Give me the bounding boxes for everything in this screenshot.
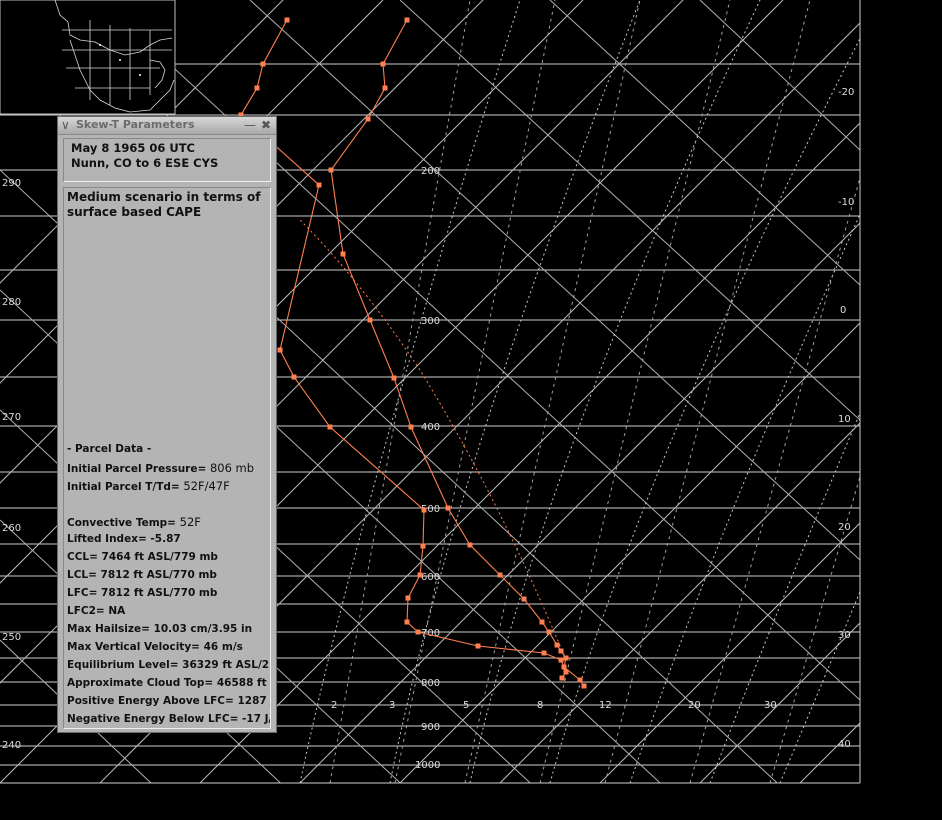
pressure-label: 200 (421, 166, 440, 177)
temp-label: -20 (838, 87, 854, 98)
pressure-label: 1000 (415, 760, 440, 771)
temperature-profile-point (382, 85, 388, 91)
positive-energy: Positive Energy Above LFC= 1287 J/kg (67, 695, 271, 707)
max-vertical-velocity: Max Vertical Velocity= 46 m/s (67, 641, 243, 653)
dewpoint-profile-point (559, 675, 565, 681)
dewpoint-profile-point (404, 619, 410, 625)
temperature-profile-point (380, 61, 386, 67)
dewpoint-profile-point (541, 650, 547, 656)
mixing-ratio-label: 2 (331, 700, 337, 711)
dewpoint-profile-point (558, 657, 564, 663)
temp-label: 20 (838, 522, 851, 533)
dewpoint-profile-point (284, 17, 290, 23)
mixing-ratio-label: 30 (764, 700, 777, 711)
window-title: Skew-T Parameters (76, 118, 195, 131)
temperature-profile-point (521, 596, 527, 602)
negative-energy: Negative Energy Below LFC= -17 J/kg (67, 713, 271, 725)
sounding-date: May 8 1965 06 UTC (71, 141, 195, 155)
mixing-ratio-label: 12 (599, 700, 612, 711)
temperature-profile-point (328, 167, 334, 173)
dewpoint-profile-point (415, 629, 421, 635)
sounding-header: May 8 1965 06 UTC Nunn, CO to 6 ESE CYS (63, 138, 271, 182)
pressure-label: 400 (421, 422, 440, 433)
parameters-text-area[interactable]: Medium scenario in terms of surface base… (63, 187, 271, 729)
temperature-profile-point (367, 317, 373, 323)
dewpoint-profile-point (316, 182, 322, 188)
temp-label: -10 (838, 197, 854, 208)
dewpoint-profile-point (420, 543, 426, 549)
temperature-profile-point (391, 375, 397, 381)
dewpoint-profile-point (475, 643, 481, 649)
mixing-ratio-label: 8 (537, 700, 543, 711)
temperature-profile-point (445, 505, 451, 511)
dewpoint-profile-point (260, 61, 266, 67)
temperature-profile-point (340, 251, 346, 257)
temperature-profile-point (408, 424, 414, 430)
dewpoint-profile-point (277, 347, 283, 353)
temperature-profile-point (467, 542, 473, 548)
lifted-index: Lifted Index= -5.87 (67, 533, 181, 545)
parcel-section-header: - Parcel Data - (67, 443, 152, 455)
temperature-profile-point (581, 683, 587, 689)
pressure-label: 300 (421, 316, 440, 327)
theta-label: 260 (2, 523, 21, 534)
dewpoint-profile-point (327, 424, 333, 430)
temperature-profile-point (546, 629, 552, 635)
initial-parcel-ttd: Initial Parcel T/Td= 52F/47F (67, 479, 230, 493)
temperature-profile-point (577, 677, 583, 683)
theta-label: 280 (2, 297, 21, 308)
temperature-profile-point (497, 572, 503, 578)
lfc2: LFC2= NA (67, 605, 126, 617)
theta-label: 270 (2, 412, 21, 423)
ccl: CCL= 7464 ft ASL/779 mb (67, 551, 218, 563)
max-hailsize: Max Hailsize= 10.03 cm/3.95 in (67, 623, 253, 635)
equilibrium-level: Equilibrium Level= 36329 ft ASL/211 mb (67, 659, 270, 671)
mixing-ratio-label: 20 (688, 700, 701, 711)
theta-label: 290 (2, 178, 21, 189)
convective-temp: Convective Temp= 52F (67, 515, 201, 529)
temp-label: 40 (838, 739, 851, 750)
temperature-profile-point (563, 655, 569, 661)
sounding-location: Nunn, CO to 6 ESE CYS (71, 156, 219, 170)
cloud-top: Approximate Cloud Top= 46588 ft ASL (67, 677, 271, 689)
temp-label: 0 (840, 305, 846, 316)
theta-label: 240 (2, 740, 21, 751)
temp-label: 30 (838, 630, 851, 641)
temperature-profile-point (365, 116, 371, 122)
window-titlebar[interactable]: ∨ Skew-T Parameters — ✖ (58, 117, 276, 135)
dewpoint-profile-point (291, 374, 297, 380)
temperature-profile-point (558, 648, 564, 654)
minimize-icon[interactable]: — (244, 118, 256, 132)
lfc: LFC= 7812 ft ASL/770 mb (67, 587, 218, 599)
temperature-profile-point (554, 642, 560, 648)
theta-label: 250 (2, 632, 21, 643)
temperature-profile-point (539, 619, 545, 625)
window-menu-icon[interactable]: ∨ (61, 118, 70, 132)
initial-parcel-pressure: Initial Parcel Pressure= 806 mb (67, 461, 255, 475)
temp-label: 10 (838, 414, 851, 425)
mixing-ratio-label: 3 (389, 700, 395, 711)
scenario-text: Medium scenario in terms of surface base… (67, 190, 261, 219)
mixing-ratio-label: 5 (463, 700, 469, 711)
dewpoint-profile-point (417, 572, 423, 578)
dewpoint-profile-point (254, 85, 260, 91)
dewpoint-profile-point (421, 507, 427, 513)
pressure-label: 600 (421, 572, 440, 583)
skewt-parameters-window[interactable]: ∨ Skew-T Parameters — ✖ May 8 1965 06 UT… (57, 116, 277, 733)
close-icon[interactable]: ✖ (261, 118, 271, 132)
temperature-profile-point (404, 17, 410, 23)
lcl: LCL= 7812 ft ASL/770 mb (67, 569, 217, 581)
pressure-label: 900 (421, 722, 440, 733)
pressure-label: 800 (421, 678, 440, 689)
dewpoint-profile-point (563, 669, 569, 675)
dewpoint-profile-point (405, 595, 411, 601)
map-inset (0, 0, 176, 115)
